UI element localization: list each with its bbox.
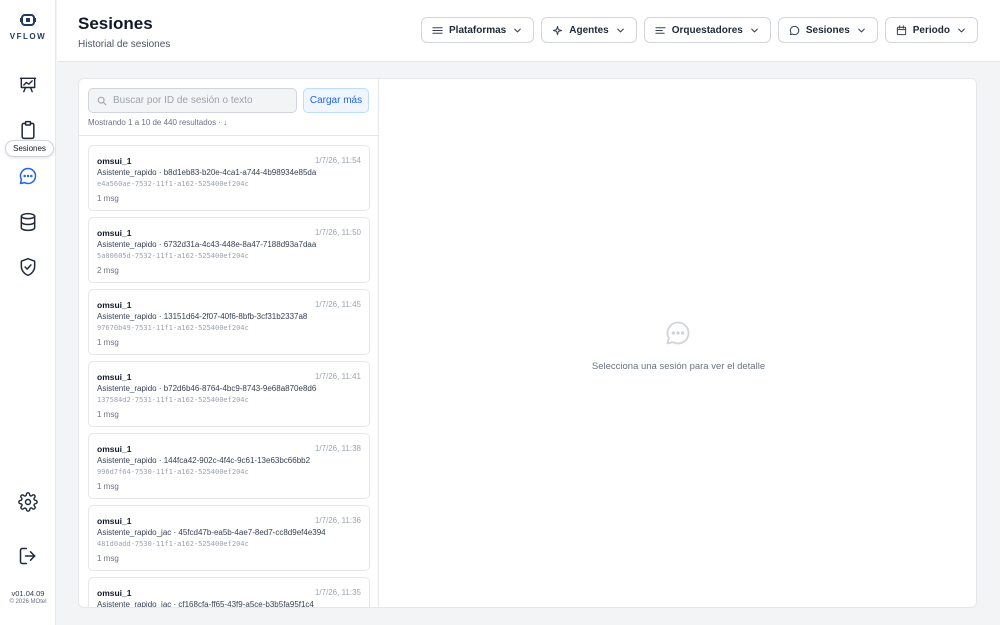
session-user: omsui_1 — [97, 228, 132, 238]
version-number: v01.04.09 — [11, 589, 45, 598]
session-msg-count: 1 msg — [97, 338, 119, 347]
session-card[interactable]: omsui_1 1/7/26, 11:41 Asistente_rapido ·… — [88, 361, 370, 427]
session-id: 481d0add-7530-11f1-a162-525400ef204c — [97, 540, 249, 548]
sidebar-item-dashboard[interactable] — [14, 71, 42, 99]
session-agent: Asistente_rapido · 13151d64-2f07-40f6-8b… — [97, 312, 308, 321]
chat-bubble-icon — [666, 321, 690, 345]
chevron-down-icon — [616, 28, 624, 32]
search-input[interactable] — [113, 95, 293, 106]
settings-button[interactable] — [14, 488, 42, 516]
session-msg-count: 1 msg — [97, 194, 119, 203]
session-user: omsui_1 — [97, 372, 132, 382]
sidebar-item-security[interactable] — [14, 253, 42, 281]
session-card[interactable]: omsui_1 1/7/26, 11:35 Asistente_rapido_j… — [88, 577, 370, 608]
search-box — [88, 88, 297, 113]
lines-icon — [655, 26, 666, 34]
session-time: 1/7/26, 11:38 — [314, 444, 361, 453]
session-agent: Asistente_rapido_jac · 45fcd47b-ea5b-4ae… — [97, 528, 326, 537]
gear-icon — [18, 492, 38, 512]
results-count: Mostrando 1 a 10 de 440 resultados · ↓ — [88, 118, 228, 127]
logo-text: VFLOW — [9, 32, 47, 41]
session-id: 97670b49-7531-11f1-a162-525400ef204c — [97, 324, 249, 332]
session-msg-count: 1 msg — [97, 554, 119, 563]
session-agent: Asistente_rapido · b8d1eb83-b20e-4ca1-a7… — [97, 168, 317, 177]
logo[interactable]: VFLOW — [0, 14, 56, 41]
divider — [79, 135, 378, 136]
load-more-button[interactable]: Cargar más — [303, 88, 369, 113]
session-time: 1/7/26, 11:54 — [314, 156, 361, 165]
filter-periodo-button[interactable]: Periodo — [884, 17, 978, 43]
filter-sesiones-button[interactable]: Sesiones — [777, 17, 878, 43]
session-agent: Asistente_rapido · b72d6b46-8764-4bc9-87… — [97, 384, 317, 393]
sidebar-item-sesiones[interactable] — [14, 162, 42, 190]
session-time: 1/7/26, 11:35 — [314, 588, 361, 597]
session-time: 1/7/26, 11:45 — [314, 300, 361, 309]
session-user: omsui_1 — [97, 516, 132, 526]
session-user: omsui_1 — [97, 444, 132, 454]
sidebar-tooltip: Sesiones — [5, 140, 54, 157]
session-card[interactable]: omsui_1 1/7/26, 11:54 Asistente_rapido ·… — [88, 145, 370, 211]
filter-bar: Plataformas Agentes Orquestadores Sesion… — [421, 17, 978, 43]
session-id: 5a00605d-7532-11f1-a162-525400ef204c — [97, 252, 249, 260]
chevron-down-icon — [857, 28, 865, 32]
database-icon — [20, 212, 36, 232]
logout-button[interactable] — [14, 542, 42, 570]
session-detail: Selecciona una sesión para ver el detall… — [379, 79, 976, 607]
chevron-down-icon — [751, 28, 758, 32]
empty-state-text: Selecciona una sesión para ver el detall… — [591, 361, 766, 372]
session-agent: Asistente_rapido_jac · cf168cfa-ff65-43f… — [97, 600, 314, 608]
filter-label: Sesiones — [805, 24, 850, 36]
session-msg-count: 1 msg — [97, 482, 119, 491]
session-id: 996d7f64-7530-11f1-a162-525400ef204c — [97, 468, 249, 476]
chat-bubble-icon — [789, 25, 800, 35]
session-list-column: Cargar más Mostrando 1 a 10 de 440 resul… — [79, 79, 379, 608]
session-agent: Asistente_rapido · 144fca42-902c-4f4c-9c… — [97, 456, 311, 465]
vflow-logo-icon — [20, 14, 36, 26]
session-list[interactable]: omsui_1 1/7/26, 11:54 Asistente_rapido ·… — [88, 145, 370, 608]
filter-label: Plataformas — [449, 24, 507, 36]
session-card[interactable]: omsui_1 1/7/26, 11:45 Asistente_rapido ·… — [88, 289, 370, 355]
session-user: omsui_1 — [97, 300, 132, 310]
page-subtitle: Historial de sesiones — [78, 39, 171, 50]
session-msg-count: 2 msg — [97, 266, 119, 275]
session-agent: Asistente_rapido · 6732d31a-4c43-448e-8a… — [97, 240, 317, 249]
shield-check-icon — [20, 257, 36, 277]
list-icon — [432, 26, 443, 34]
sidebar-item-database[interactable] — [14, 208, 42, 236]
presentation-chart-icon — [19, 77, 37, 93]
session-id: e4a560ae-7532-11f1-a162-525400ef204c — [97, 180, 249, 188]
session-msg-count: 1 msg — [97, 410, 119, 419]
filter-orquestadores-button[interactable]: Orquestadores — [643, 17, 771, 43]
session-user: omsui_1 — [97, 156, 132, 166]
filter-plataformas-button[interactable]: Plataformas — [421, 17, 535, 43]
clipboard-icon — [21, 120, 35, 140]
header: Sesiones Historial de sesiones Plataform… — [57, 0, 1000, 62]
session-time: 1/7/26, 11:36 — [314, 516, 361, 525]
filter-label: Agentes — [569, 24, 609, 36]
sparkle-icon — [553, 25, 563, 35]
sessions-panel: Cargar más Mostrando 1 a 10 de 440 resul… — [78, 78, 977, 608]
session-card[interactable]: omsui_1 1/7/26, 11:36 Asistente_rapido_j… — [88, 505, 370, 571]
logout-icon — [19, 547, 36, 565]
chat-bubble-icon — [19, 167, 37, 185]
session-card[interactable]: omsui_1 1/7/26, 11:38 Asistente_rapido ·… — [88, 433, 370, 499]
session-time: 1/7/26, 11:50 — [314, 228, 361, 237]
sidebar: VFLOW Sesiones v01.04.09 © 2026 MOtel — [0, 0, 56, 625]
calendar-icon — [896, 24, 906, 35]
session-user: omsui_1 — [97, 588, 132, 598]
version-info: v01.04.09 © 2026 MOtel — [0, 589, 56, 605]
session-time: 1/7/26, 11:41 — [314, 372, 361, 381]
filter-agentes-button[interactable]: Agentes — [541, 17, 637, 43]
copyright: © 2026 MOtel — [9, 599, 47, 605]
filter-label: Periodo — [912, 24, 950, 36]
session-id: 137584d2-7531-11f1-a162-525400ef204c — [97, 396, 249, 404]
search-icon — [97, 96, 107, 105]
page-title: Sesiones — [78, 14, 153, 33]
session-card[interactable]: omsui_1 1/7/26, 11:50 Asistente_rapido ·… — [88, 217, 370, 283]
chevron-down-icon — [958, 28, 965, 32]
chevron-down-icon — [514, 28, 522, 32]
filter-label: Orquestadores — [671, 24, 743, 36]
